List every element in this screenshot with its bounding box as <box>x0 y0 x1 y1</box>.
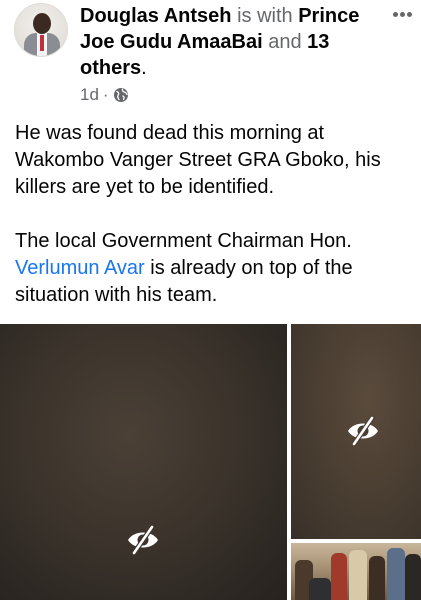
with-text: is with <box>237 5 293 27</box>
photo-side-blurred[interactable] <box>291 324 421 539</box>
post-paragraph-1: He was found dead this morning at Wakomb… <box>15 122 381 198</box>
and-text: and <box>268 31 302 53</box>
author-avatar[interactable] <box>14 3 68 57</box>
post-body: He was found dead this morning at Wakomb… <box>15 120 415 336</box>
period-text: . <box>141 57 147 79</box>
photo-main-blurred[interactable] <box>0 324 287 600</box>
author-line: Douglas Antseh is with Prince Joe Gudu A… <box>80 3 380 81</box>
post-paragraph-2: The local Government Chairman Hon. Verlu… <box>15 228 415 309</box>
author-name[interactable]: Douglas Antseh <box>80 5 232 27</box>
meta-separator: · <box>102 85 109 104</box>
mention-link[interactable]: Verlumun Avar <box>15 257 145 279</box>
post-header: Douglas Antseh is with Prince Joe Gudu A… <box>0 0 421 110</box>
post-meta: 1d · <box>80 85 129 105</box>
more-options-icon[interactable] <box>393 4 419 18</box>
eye-slash-icon <box>128 525 158 555</box>
paragraph-2-start: The local Government Chairman Hon. <box>15 230 352 252</box>
photo-crowd[interactable] <box>291 543 421 600</box>
globe-icon <box>113 88 128 102</box>
post-time[interactable]: 1d <box>80 85 99 105</box>
eye-slash-icon <box>348 416 378 446</box>
photo-grid <box>0 324 421 600</box>
